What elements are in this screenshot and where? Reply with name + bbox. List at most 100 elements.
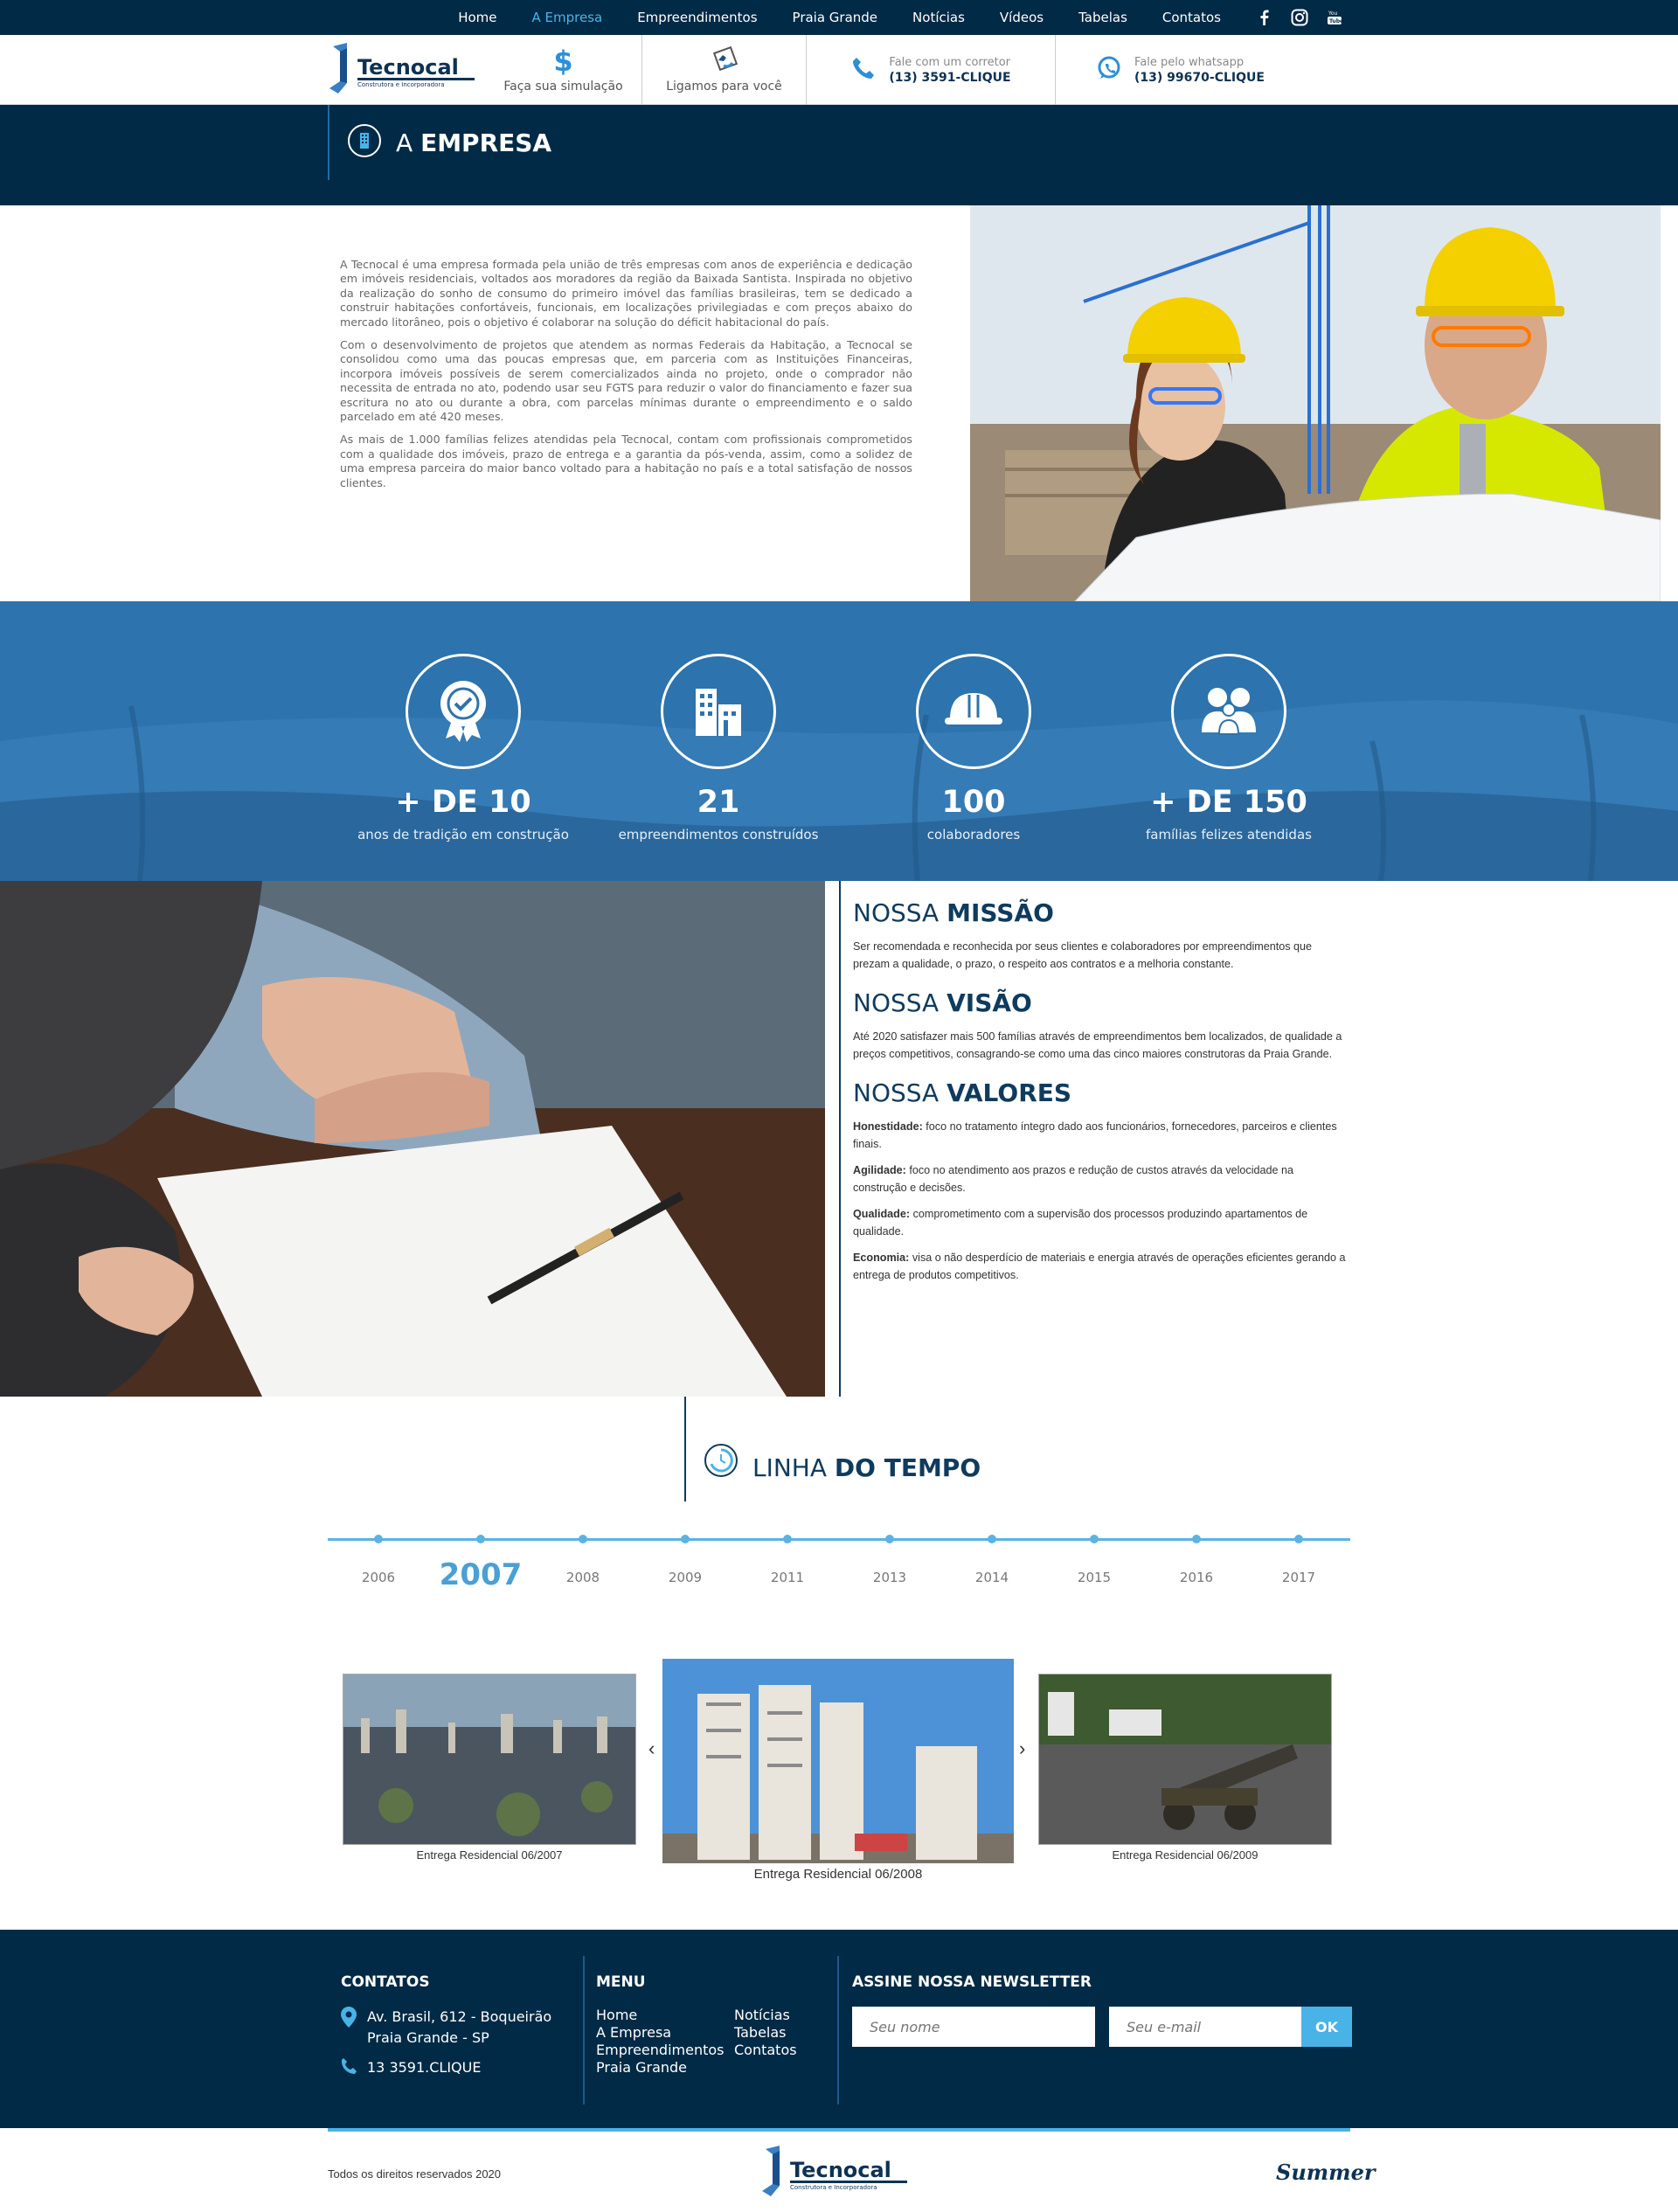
stat-label: empreendimentos construídos (618, 827, 819, 843)
stat-number: 100 (941, 785, 1006, 820)
footer-contacts-title: CONTATOS (341, 1973, 430, 1991)
about-paragraph-3: As mais de 1.000 famílias felizes atendi… (340, 433, 912, 489)
map-pin-icon (341, 2007, 357, 2049)
main-menu: Home A Empresa Empreendimentos Praia Gra… (328, 0, 1350, 35)
year-2011[interactable]: 2011 (744, 1535, 831, 1585)
footer-link-praia-grande[interactable]: Praia Grande (596, 2059, 734, 2077)
mission-vision-values: NOSSA MISSÃO Ser recomendada e reconheci… (0, 881, 1678, 1397)
about-section: A Tecnocal é uma empresa formada pela un… (0, 205, 1678, 601)
year-2013[interactable]: 2013 (846, 1535, 933, 1585)
footer-link-empreendimentos[interactable]: Empreendimentos (596, 2042, 734, 2059)
footer-link-tabelas[interactable]: Tabelas (734, 2024, 822, 2042)
whatsapp-contact[interactable]: Fale pelo whatsapp (13) 99670-CLIQUE (1056, 35, 1305, 105)
year-2014[interactable]: 2014 (948, 1535, 1036, 1585)
broker-label: Fale com um corretor (889, 55, 1011, 69)
year-2007[interactable]: 2007 (437, 1535, 524, 1592)
mvv-column: NOSSA MISSÃO Ser recomendada e reconheci… (839, 881, 1346, 1397)
nav-contatos[interactable]: Contatos (1162, 10, 1221, 25)
stat-families: + DE 150 famílias felizes atendidas (1101, 654, 1356, 843)
footer-newsletter: ASSINE NOSSA NEWSLETTER OK (852, 1973, 1352, 2047)
footer-contacts: CONTATOS Av. Brasil, 612 - Boqueirão Prai… (341, 1973, 551, 2090)
callback-button[interactable]: Ligamos para você (642, 35, 807, 105)
social-links: You Tube (1256, 9, 1343, 26)
footer-link-home[interactable]: Home (596, 2007, 734, 2024)
nav-home[interactable]: Home (458, 10, 496, 25)
value-item: Economia: visa o não desperdício de mate… (853, 1252, 1346, 1281)
phone-callback-icon (711, 45, 738, 76)
simulation-button[interactable]: $ Faça sua simulação (485, 35, 642, 105)
handshake-photo (0, 881, 825, 1397)
footer-divider (837, 1956, 839, 2105)
instagram-icon[interactable] (1291, 9, 1308, 26)
timeline-heading-block: LINHA DO TEMPO (684, 1397, 981, 1501)
stat-label: colaboradores (926, 827, 1021, 843)
footer-divider (583, 1956, 585, 2105)
logo[interactable]: Tecnocal Construtora e Incorporadora (328, 39, 485, 101)
carousel-next-arrow[interactable]: › (1019, 1737, 1025, 1760)
timeline-years: 2006 2007 2008 2009 2011 2013 2014 2015 … (328, 1535, 1350, 1592)
building-icon (347, 123, 382, 163)
svg-text:You: You (1328, 10, 1338, 17)
dollar-icon: $ (553, 45, 573, 78)
year-2008[interactable]: 2008 (539, 1535, 627, 1585)
vision-heading: NOSSA VISÃO (853, 988, 1032, 1017)
timeline-carousel: Entrega Residencial 06/2007 ‹ Entrega Re… (339, 1659, 1353, 1886)
year-2009[interactable]: 2009 (641, 1535, 729, 1585)
newsletter-name-input[interactable] (852, 2007, 1095, 2047)
facebook-icon[interactable] (1256, 9, 1273, 26)
footer-menu: MENU Home Notícias A Empresa Tabelas Emp… (596, 1973, 822, 2077)
stat-label: anos de tradição em construção (357, 827, 569, 843)
stat-number: + DE 150 (1150, 785, 1307, 820)
value-item: Agilidade: foco no atendimento aos prazo… (853, 1164, 1294, 1194)
nav-a-empresa[interactable]: A Empresa (531, 10, 602, 25)
footer-logo[interactable]: Tecnocal Construtora e Incorporadora (760, 2142, 918, 2208)
about-paragraph-2: Com o desenvolvimento de projetos que at… (340, 338, 912, 424)
residential-building-photo (662, 1659, 1014, 1863)
stat-number: + DE 10 (395, 785, 531, 820)
award-icon (435, 677, 491, 746)
nav-noticias[interactable]: Notícias (912, 10, 965, 25)
nav-tabelas[interactable]: Tabelas (1078, 10, 1127, 25)
svg-text:Tecnocal: Tecnocal (790, 2158, 891, 2182)
footer: CONTATOS Av. Brasil, 612 - Boqueirão Prai… (0, 1930, 1678, 2128)
phone-icon (850, 55, 877, 85)
city-aerial-photo (343, 1674, 636, 1845)
newsletter-submit-button[interactable]: OK (1301, 2007, 1352, 2047)
year-2017[interactable]: 2017 (1255, 1535, 1342, 1585)
simulation-label: Faça sua simulação (503, 80, 623, 94)
whatsapp-phone: (13) 99670-CLIQUE (1134, 70, 1265, 85)
values-list: Honestidade: foco no tratamento íntegro … (853, 1118, 1346, 1284)
stat-projects: 21 empreendimentos construídos (591, 654, 846, 843)
year-2006[interactable]: 2006 (335, 1535, 422, 1585)
broker-contact[interactable]: Fale com um corretor (13) 3591-CLIQUE (807, 35, 1056, 105)
year-2016[interactable]: 2016 (1153, 1535, 1240, 1585)
slide-2008[interactable]: Entrega Residencial 06/2008 (662, 1659, 1014, 1882)
slide-2007[interactable]: Entrega Residencial 06/2007 (343, 1674, 636, 1862)
newsletter-email-input[interactable] (1109, 2007, 1301, 2047)
carousel-prev-arrow[interactable]: ‹ (648, 1737, 655, 1760)
svg-text:Tube: Tube (1329, 18, 1343, 24)
agency-logo[interactable]: Summer (1276, 2160, 1375, 2185)
header-bar: Tecnocal Construtora e Incorporadora $ F… (0, 35, 1678, 105)
whatsapp-icon (1096, 55, 1122, 85)
footer-link-contatos[interactable]: Contatos (734, 2042, 822, 2059)
year-2015[interactable]: 2015 (1050, 1535, 1138, 1585)
slide-2009[interactable]: Entrega Residencial 06/2009 (1038, 1674, 1332, 1862)
values-heading: NOSSA VALORES (853, 1078, 1072, 1107)
timeline-section: LINHA DO TEMPO 2006 2007 2008 2009 2011 … (0, 1397, 1678, 1930)
nav-praia-grande[interactable]: Praia Grande (793, 10, 878, 25)
nav-videos[interactable]: Vídeos (1000, 10, 1044, 25)
bottom-bar: Todos os direitos reservados 2020 Tecnoc… (0, 2128, 1678, 2212)
youtube-icon[interactable]: You Tube (1326, 9, 1343, 26)
top-navigation: Home A Empresa Empreendimentos Praia Gra… (0, 0, 1678, 35)
logo-text: Tecnocal (357, 55, 459, 80)
callback-label: Ligamos para você (666, 80, 782, 94)
footer-phone: 13 3591.CLIQUE (341, 2057, 551, 2081)
nav-empreendimentos[interactable]: Empreendimentos (637, 10, 757, 25)
bottom-divider (328, 2128, 1350, 2132)
footer-link-noticias[interactable]: Notícias (734, 2007, 822, 2024)
footer-link-empresa[interactable]: A Empresa (596, 2024, 734, 2042)
value-item: Honestidade: foco no tratamento íntegro … (853, 1120, 1337, 1150)
about-text: A Tecnocal é uma empresa formada pela un… (340, 258, 912, 499)
family-icon (1198, 683, 1259, 740)
